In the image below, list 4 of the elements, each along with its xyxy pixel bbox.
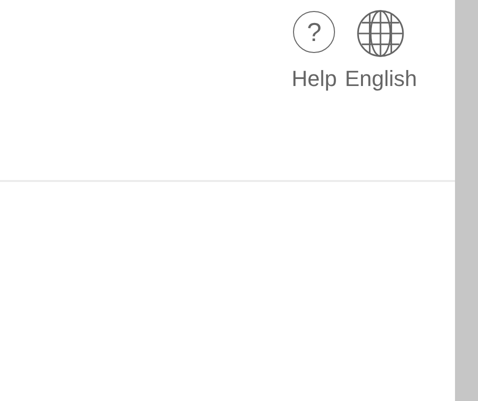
- help-icon[interactable]: ?: [293, 11, 336, 53]
- help-link[interactable]: Help: [292, 66, 337, 92]
- language-link[interactable]: English: [344, 66, 417, 92]
- globe-icon[interactable]: [356, 9, 406, 58]
